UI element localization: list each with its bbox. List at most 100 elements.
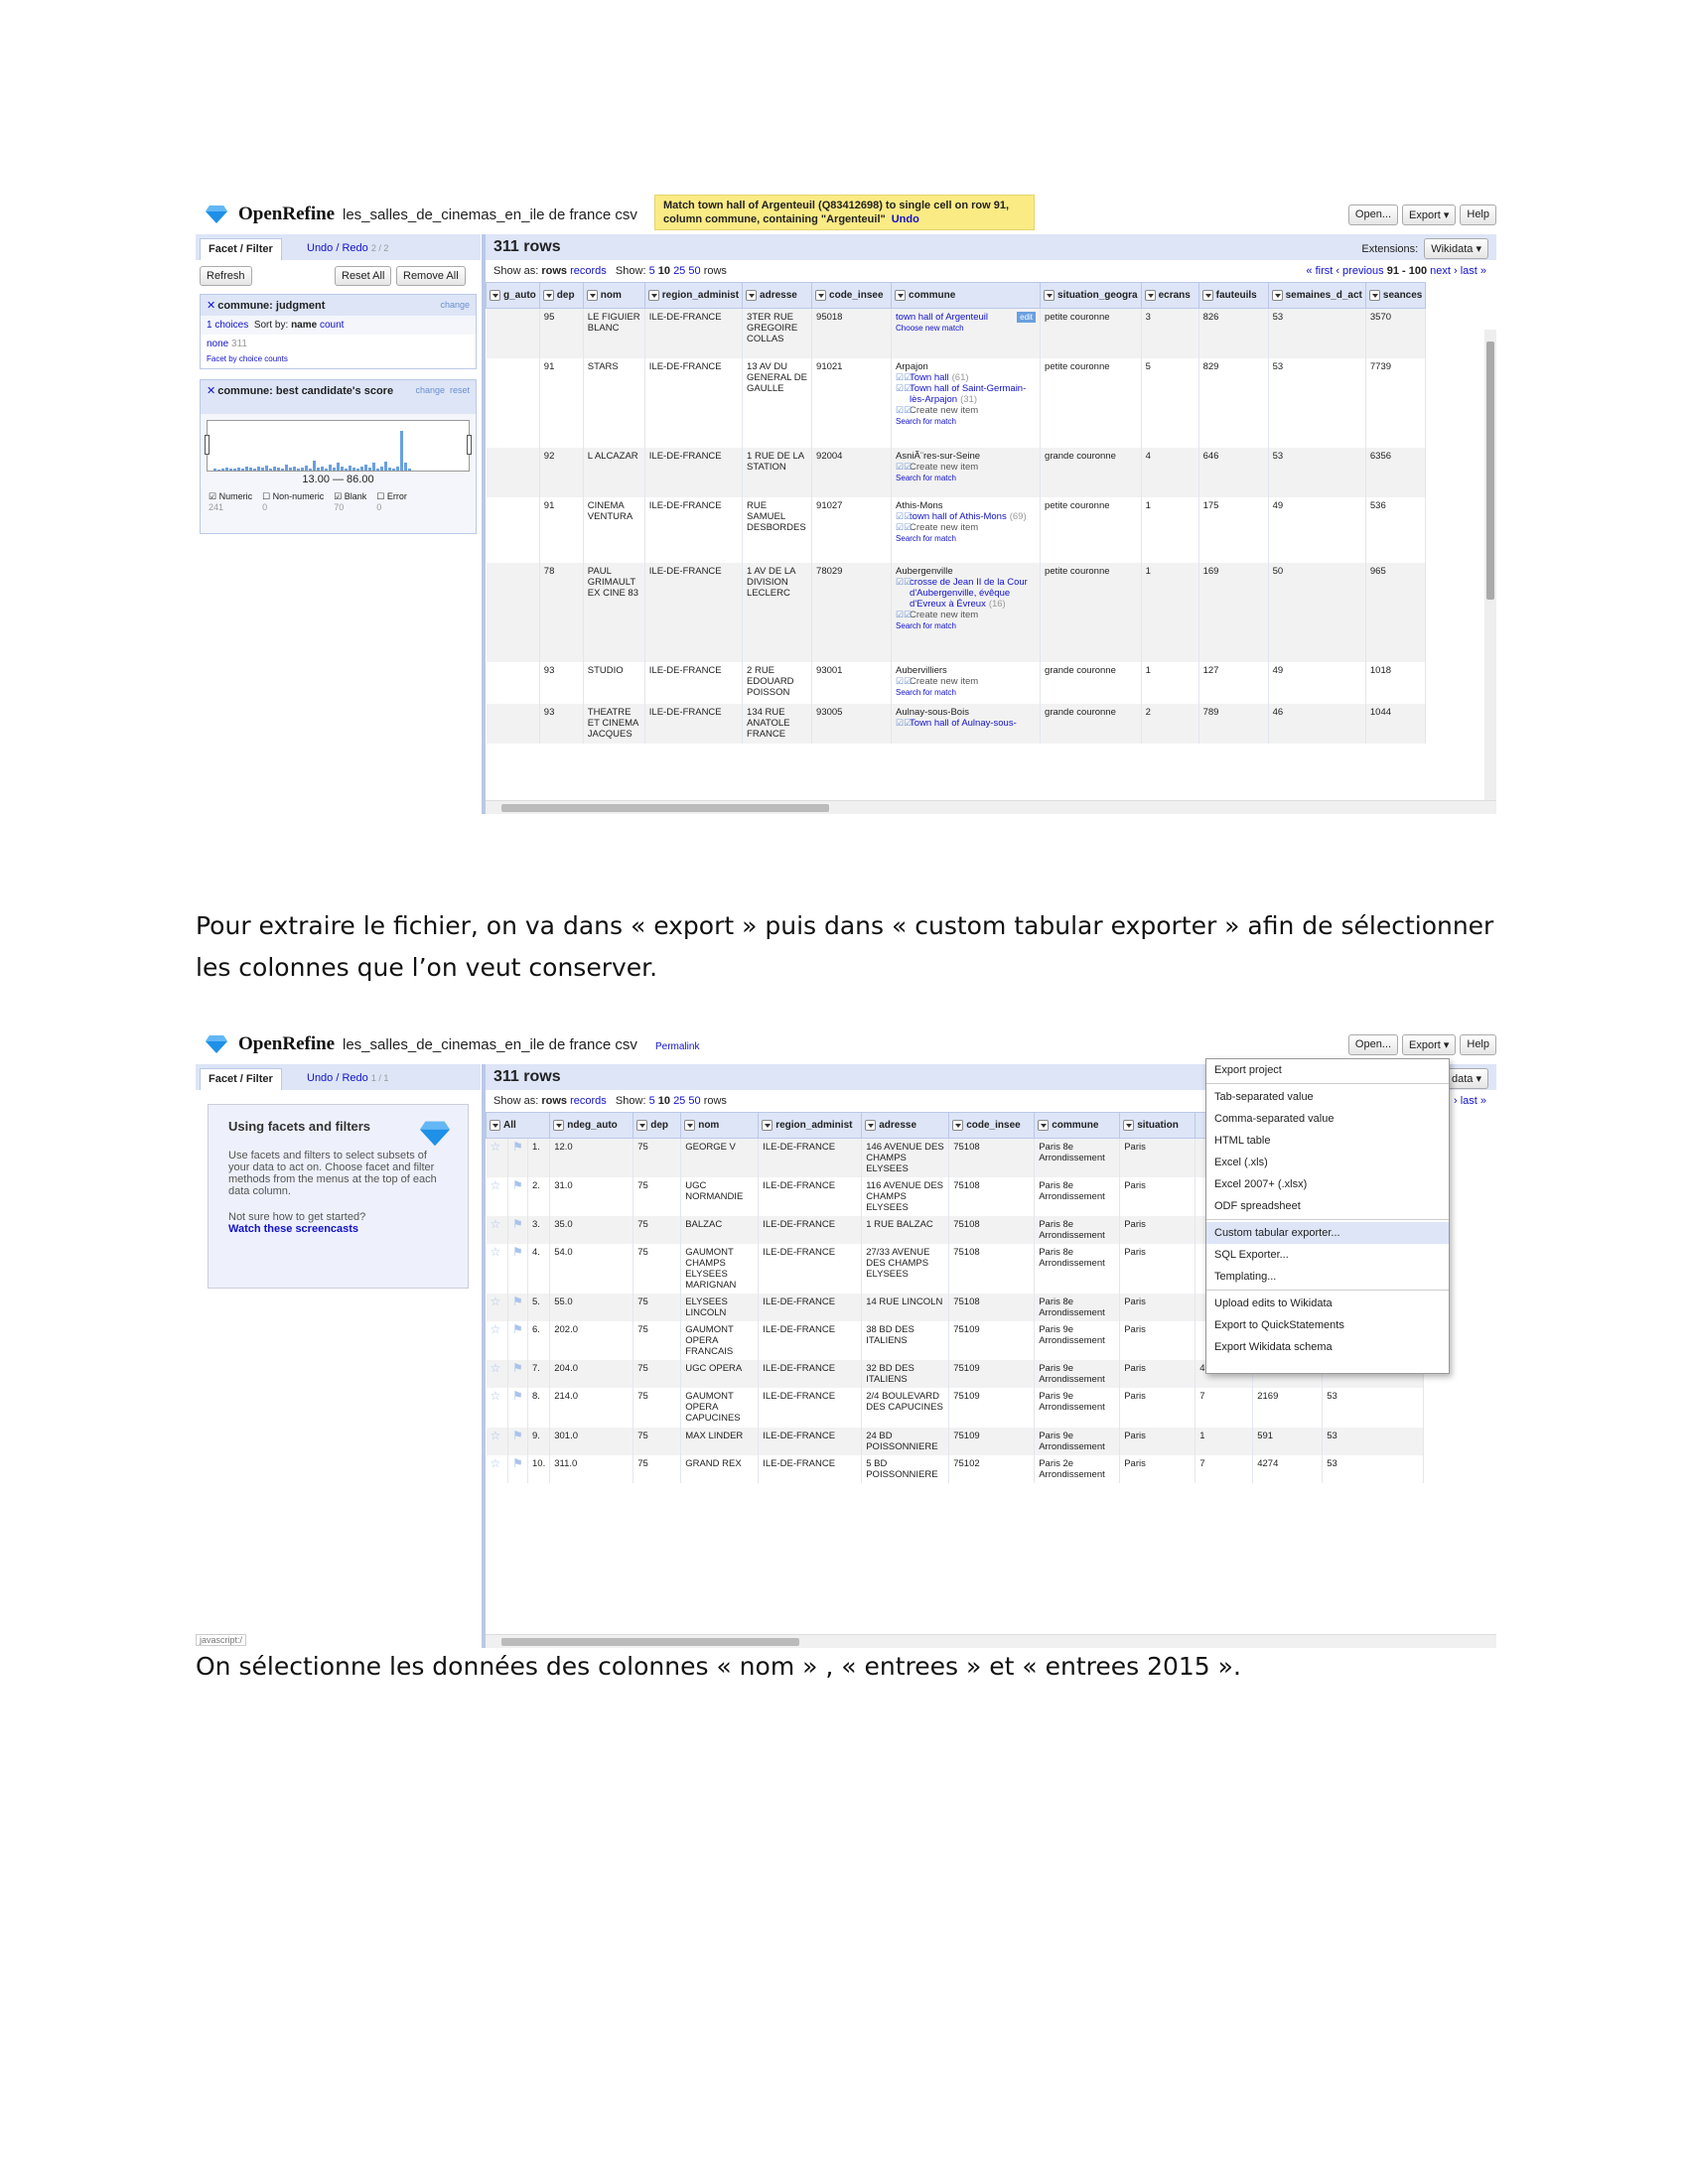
- menu-item[interactable]: HTML table: [1206, 1130, 1449, 1152]
- column-header[interactable]: semaines_d_act: [1267, 282, 1366, 309]
- flag-icon[interactable]: ⚑: [507, 1455, 528, 1483]
- star-icon[interactable]: ☆: [486, 1177, 508, 1216]
- menu-item[interactable]: SQL Exporter...: [1206, 1244, 1449, 1266]
- page-size-10[interactable]: 10: [658, 265, 670, 277]
- score-histogram[interactable]: [205, 420, 472, 472]
- page-size-50[interactable]: 50: [688, 265, 700, 277]
- help-button[interactable]: Help: [1460, 205, 1496, 225]
- search-for-match-link[interactable]: Search for match: [896, 620, 1036, 631]
- commune-value[interactable]: Aubervilliers: [896, 665, 1036, 676]
- dropdown-arrow-icon[interactable]: [636, 1119, 648, 1131]
- menu-item[interactable]: Excel (.xls): [1206, 1152, 1449, 1173]
- star-icon[interactable]: ☆: [486, 1428, 508, 1455]
- screencasts-link[interactable]: Watch these screencasts: [228, 1223, 358, 1235]
- menu-item[interactable]: ODF spreadsheet: [1206, 1195, 1449, 1217]
- search-for-match-link[interactable]: Search for match: [896, 687, 1036, 698]
- facet-change-link[interactable]: change: [440, 300, 470, 310]
- histogram-right-handle[interactable]: [467, 435, 472, 455]
- reconcile-candidate[interactable]: ☑☑ Town hall of Saint-Germain-lès-Arpajon…: [896, 383, 1036, 405]
- dropdown-arrow-icon[interactable]: [815, 289, 827, 301]
- flag-icon[interactable]: ⚑: [507, 1388, 528, 1428]
- show-records[interactable]: records: [570, 265, 607, 277]
- column-header[interactable]: adresse: [742, 282, 813, 309]
- cell-com[interactable]: Aulnay-sous-Bois ☑☑ Town hall of Aulnay-so…: [891, 703, 1042, 744]
- close-icon[interactable]: ✕: [207, 300, 215, 312]
- blank-checkbox[interactable]: ☑ Blank 70: [334, 491, 366, 512]
- reconcile-candidate[interactable]: ☑☑ Town hall of Aulnay-sous-: [896, 718, 1036, 729]
- check-icon[interactable]: ☑☑: [896, 577, 912, 588]
- commune-value[interactable]: Athis-Mons: [896, 500, 1036, 511]
- menu-item[interactable]: Upload edits to Wikidata: [1206, 1293, 1449, 1314]
- menu-item[interactable]: Comma-separated value: [1206, 1108, 1449, 1130]
- wikidata-button[interactable]: Wikidata ▾: [1424, 238, 1488, 259]
- reconcile-candidate[interactable]: ☑☑ town hall of Athis-Mons (69): [896, 511, 1036, 522]
- column-header[interactable]: adresse: [861, 1112, 950, 1139]
- project-name[interactable]: les_salles_de_cinemas_en_ile de france c…: [343, 206, 637, 223]
- flag-icon[interactable]: ⚑: [507, 1360, 528, 1388]
- page-size-10[interactable]: 10: [658, 1095, 670, 1107]
- commune-value[interactable]: town hall of Argenteuil: [896, 312, 1036, 323]
- star-icon[interactable]: ☆: [486, 1244, 508, 1294]
- non-numeric-checkbox[interactable]: ☐ Non-numeric 0: [262, 491, 324, 512]
- horizontal-scrollbar[interactable]: [486, 800, 1496, 814]
- page-size-5[interactable]: 5: [649, 265, 655, 277]
- close-icon[interactable]: ✕: [207, 385, 215, 397]
- check-icon[interactable]: ☑☑: [896, 718, 912, 729]
- column-header[interactable]: g_auto: [486, 282, 540, 309]
- candidate-name[interactable]: Create new item: [910, 462, 978, 473]
- cell-com[interactable]: AsniÃ¨res-sur-Seine ☑☑ Create new item Sear…: [891, 447, 1042, 497]
- star-icon[interactable]: ☆: [486, 1216, 508, 1244]
- open-button[interactable]: Open...: [1347, 205, 1398, 225]
- candidate-name[interactable]: Town hall of Aulnay-sous-: [910, 718, 1017, 729]
- flag-icon[interactable]: ⚑: [507, 1177, 528, 1216]
- flag-icon[interactable]: ⚑: [507, 1244, 528, 1294]
- histogram-left-handle[interactable]: [205, 435, 210, 455]
- star-icon[interactable]: ☆: [486, 1388, 508, 1428]
- commune-value[interactable]: Aulnay-sous-Bois: [896, 707, 1036, 718]
- menu-item[interactable]: Export Wikidata schema: [1206, 1336, 1449, 1358]
- candidate-name[interactable]: Create new item: [910, 676, 978, 687]
- candidate-name[interactable]: Create new item: [910, 522, 978, 533]
- wikidata-button[interactable]: data ▾: [1445, 1068, 1488, 1089]
- menu-item[interactable]: Export project: [1206, 1059, 1449, 1081]
- export-button[interactable]: Export ▾: [1402, 205, 1457, 225]
- flag-icon[interactable]: ⚑: [507, 1216, 528, 1244]
- menu-item[interactable]: Excel 2007+ (.xlsx): [1206, 1173, 1449, 1195]
- check-icon[interactable]: ☑☑: [896, 511, 912, 522]
- column-header[interactable]: seances: [1364, 282, 1427, 309]
- commune-value[interactable]: Arpajon: [896, 361, 1036, 372]
- dropdown-arrow-icon[interactable]: [684, 1119, 696, 1131]
- dropdown-arrow-icon[interactable]: [865, 1119, 877, 1131]
- help-button[interactable]: Help: [1460, 1034, 1496, 1055]
- column-header[interactable]: region_administ: [758, 1112, 863, 1139]
- menu-item[interactable]: Custom tabular exporter...: [1206, 1222, 1449, 1244]
- dropdown-arrow-icon[interactable]: [647, 289, 659, 301]
- search-for-match-link[interactable]: Search for match: [896, 533, 1036, 544]
- error-checkbox[interactable]: ☐ Error 0: [376, 491, 407, 512]
- column-header[interactable]: nom: [582, 282, 645, 309]
- page-size-25[interactable]: 25: [673, 1095, 685, 1107]
- star-icon[interactable]: ☆: [486, 1321, 508, 1360]
- star-icon[interactable]: ☆: [486, 1455, 508, 1483]
- flag-icon[interactable]: ⚑: [507, 1294, 528, 1321]
- dropdown-arrow-icon[interactable]: [1123, 1119, 1135, 1131]
- check-icon[interactable]: ☑☑: [896, 405, 912, 416]
- star-icon[interactable]: ☆: [486, 1294, 508, 1321]
- column-header-all[interactable]: All: [485, 1112, 551, 1139]
- dropdown-arrow-icon[interactable]: [1368, 289, 1380, 301]
- reconcile-candidate[interactable]: ☑☑ Create new item: [896, 610, 1036, 620]
- dropdown-arrow-icon[interactable]: [762, 1119, 774, 1131]
- column-header[interactable]: region_administ: [643, 282, 744, 309]
- search-for-match-link[interactable]: Search for match: [896, 416, 1036, 427]
- candidate-name[interactable]: Town hall: [910, 372, 949, 383]
- column-header[interactable]: situation: [1119, 1112, 1196, 1139]
- check-icon[interactable]: ☑☑: [896, 676, 912, 687]
- reconcile-candidate[interactable]: ☑☑ Create new item: [896, 462, 1036, 473]
- flag-icon[interactable]: ⚑: [507, 1321, 528, 1360]
- candidate-name[interactable]: town hall of Athis-Mons: [910, 511, 1007, 522]
- dropdown-arrow-icon[interactable]: [1038, 1119, 1050, 1131]
- facet-choice-none[interactable]: none: [207, 339, 228, 349]
- star-icon[interactable]: ☆: [486, 1360, 508, 1388]
- facet-change-link[interactable]: change: [415, 385, 445, 395]
- dropdown-arrow-icon[interactable]: [1144, 289, 1156, 301]
